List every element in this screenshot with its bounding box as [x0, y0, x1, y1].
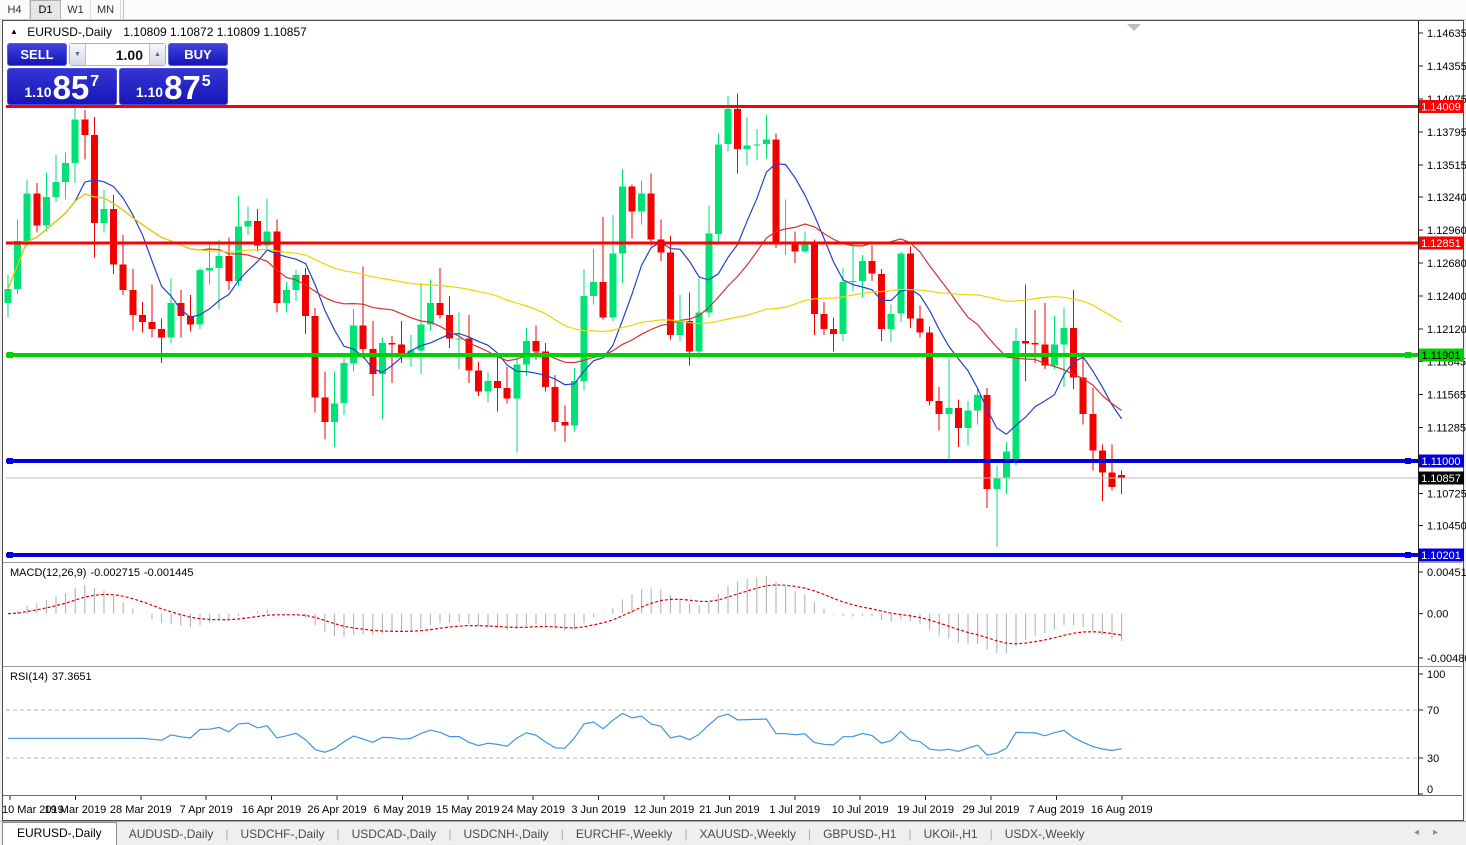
svg-text:0: 0 — [1427, 784, 1433, 796]
svg-text:1.11000: 1.11000 — [1422, 456, 1461, 468]
chart-tab-eurchf-weekly[interactable]: EURCHF-,Weekly — [564, 823, 684, 845]
date-axis[interactable]: 10 Mar 201919 Mar 2019 28 Mar 2019 7 Apr 2… — [2, 796, 1153, 816]
up-arrow-icon: ▲ — [154, 51, 161, 58]
chart-tab-usdcad-daily[interactable]: USDCAD-,Daily — [340, 823, 449, 845]
chart-tab-eurusd-daily[interactable]: EURUSD-,Daily — [2, 822, 117, 845]
chart-canvas[interactable]: 1.146351.143551.140751.137951.135151.132… — [0, 0, 1466, 844]
buy-button[interactable]: BUY — [168, 43, 228, 66]
svg-text:70: 70 — [1427, 705, 1439, 717]
chart-ohlc-values: 1.10809 1.10872 1.10809 1.10857 — [123, 25, 307, 39]
svg-text:16 Apr 2019: 16 Apr 2019 — [242, 804, 301, 816]
macd-panel: 0.004517 0.00 -0.004806 — [7, 567, 1466, 665]
one-click-trade-panel: SELL ▼ ▲ BUY 1.10857 1.10875 — [7, 43, 228, 105]
macd-name: MACD(12,26,9) — [10, 567, 87, 579]
svg-text:1.10450: 1.10450 — [1427, 521, 1466, 533]
svg-text:1.11285: 1.11285 — [1427, 422, 1466, 434]
svg-text:12 Jun 2019: 12 Jun 2019 — [634, 804, 695, 816]
svg-text:1.10201: 1.10201 — [1421, 550, 1461, 562]
rsi-value: 37.3651 — [51, 671, 92, 683]
svg-text:1.13795: 1.13795 — [1427, 127, 1466, 139]
chart-title: ▲ EURUSD-,Daily 1.10809 1.10872 1.10809 … — [10, 25, 307, 39]
chart-shift-marker-icon[interactable] — [1127, 24, 1141, 31]
mt4-terminal: { "toolbar": { "timeframes": [ {"label":… — [0, 0, 1466, 845]
svg-text:1.10857: 1.10857 — [1421, 473, 1461, 485]
volume-control: ▼ ▲ — [69, 43, 166, 66]
svg-text:1.11901: 1.11901 — [1422, 350, 1461, 362]
svg-text:24 May 2019: 24 May 2019 — [501, 804, 565, 816]
svg-text:1.12680: 1.12680 — [1427, 258, 1466, 270]
svg-text:1.13515: 1.13515 — [1427, 160, 1466, 172]
svg-text:16 Aug 2019: 16 Aug 2019 — [1091, 804, 1153, 816]
chart-tab-xauusd-weekly[interactable]: XAUUSD-,Weekly — [687, 823, 807, 845]
collapse-panel-arrow-icon[interactable]: ▲ — [10, 27, 18, 36]
horizontal-level-lines[interactable] — [6, 105, 1418, 558]
price-axis[interactable]: 1.146351.143551.140751.137951.135151.132… — [1418, 28, 1466, 562]
svg-text:1.11565: 1.11565 — [1427, 389, 1466, 401]
svg-text:1.12851: 1.12851 — [1421, 238, 1461, 250]
svg-text:1.14355: 1.14355 — [1427, 61, 1466, 73]
svg-text:28 Mar 2019: 28 Mar 2019 — [110, 804, 172, 816]
sell-price-prefix: 1.10 — [24, 84, 52, 100]
svg-text:19 Mar 2019: 19 Mar 2019 — [45, 804, 107, 816]
sell-price-big-digits: 85 — [52, 69, 90, 106]
svg-text:0.004517: 0.004517 — [1427, 567, 1466, 579]
svg-text:1.10725: 1.10725 — [1427, 488, 1466, 500]
svg-text:1.14009: 1.14009 — [1421, 102, 1461, 114]
svg-text:100: 100 — [1427, 669, 1445, 681]
macd-main-value: -0.002715 — [90, 567, 140, 579]
svg-text:6 May 2019: 6 May 2019 — [374, 804, 431, 816]
rsi-indicator-label: RSI(14) 37.3651 — [10, 671, 96, 683]
svg-text:19 Jul 2019: 19 Jul 2019 — [897, 804, 954, 816]
svg-text:1 Jul 2019: 1 Jul 2019 — [769, 804, 820, 816]
svg-text:1.12960: 1.12960 — [1427, 225, 1466, 237]
chart-window-frame — [3, 21, 1462, 796]
macd-indicator-label: MACD(12,26,9) -0.002715 -0.001445 — [10, 567, 198, 579]
candlesticks — [4, 93, 1126, 547]
rsi-line — [8, 712, 1122, 756]
svg-text:21 Jun 2019: 21 Jun 2019 — [699, 804, 760, 816]
chart-tab-ukoil-h1[interactable]: UKOil-,H1 — [912, 823, 990, 845]
svg-text:1.12400: 1.12400 — [1427, 291, 1466, 303]
buy-price-display[interactable]: 1.10 87 5 — [118, 68, 228, 106]
svg-text:0.00: 0.00 — [1427, 609, 1448, 621]
volume-input[interactable] — [86, 44, 149, 65]
svg-text:1.14635: 1.14635 — [1427, 28, 1466, 40]
chart-tab-usdx-weekly[interactable]: USDX-,Weekly — [993, 823, 1097, 845]
buy-price-big-digits: 87 — [164, 69, 201, 106]
chart-tab-gbpusd-h1[interactable]: GBPUSD-,H1 — [811, 823, 908, 845]
chart-tab-audusd-daily[interactable]: AUDUSD-,Daily — [117, 823, 226, 845]
sell-price-display[interactable]: 1.10 85 7 — [7, 68, 117, 105]
buy-price-prefix: 1.10 — [135, 84, 164, 100]
svg-text:-0.004806: -0.004806 — [1427, 653, 1466, 665]
buy-price-pip-digit: 5 — [201, 73, 211, 90]
svg-text:1.12120: 1.12120 — [1427, 324, 1466, 336]
tab-scroll-arrows[interactable]: ◂▸ — [1414, 827, 1452, 838]
svg-text:29 Jul 2019: 29 Jul 2019 — [963, 804, 1020, 816]
chart-symbol-label: EURUSD-,Daily — [27, 25, 112, 39]
chart-tab-usdcnh-daily[interactable]: USDCNH-,Daily — [451, 823, 560, 845]
slow-ma-yellow — [7, 193, 1122, 333]
rsi-panel: 100 70 30 0 — [6, 669, 1445, 796]
rsi-name: RSI(14) — [10, 671, 48, 683]
sell-price-pip-digit: 7 — [90, 73, 100, 90]
svg-text:7 Aug 2019: 7 Aug 2019 — [1029, 804, 1085, 816]
svg-text:15 May 2019: 15 May 2019 — [436, 804, 500, 816]
sell-button[interactable]: SELL — [7, 43, 67, 66]
chart-tab-usdchf-daily[interactable]: USDCHF-,Daily — [229, 823, 337, 845]
svg-text:7 Apr 2019: 7 Apr 2019 — [180, 804, 233, 816]
svg-text:30: 30 — [1427, 753, 1439, 765]
volume-increase-button[interactable]: ▲ — [149, 44, 165, 65]
down-arrow-icon: ▼ — [74, 51, 81, 58]
svg-text:26 Apr 2019: 26 Apr 2019 — [307, 804, 366, 816]
svg-text:1.13240: 1.13240 — [1427, 192, 1466, 204]
svg-text:3 Jun 2019: 3 Jun 2019 — [571, 804, 625, 816]
chart-tab-bar: EURUSD-,Daily AUDUSD-,Daily | USDCHF-,Daily… — [0, 821, 1466, 845]
svg-text:10 Jul 2019: 10 Jul 2019 — [832, 804, 889, 816]
volume-decrease-button[interactable]: ▼ — [70, 44, 86, 65]
macd-signal-value: -0.001445 — [143, 567, 194, 579]
